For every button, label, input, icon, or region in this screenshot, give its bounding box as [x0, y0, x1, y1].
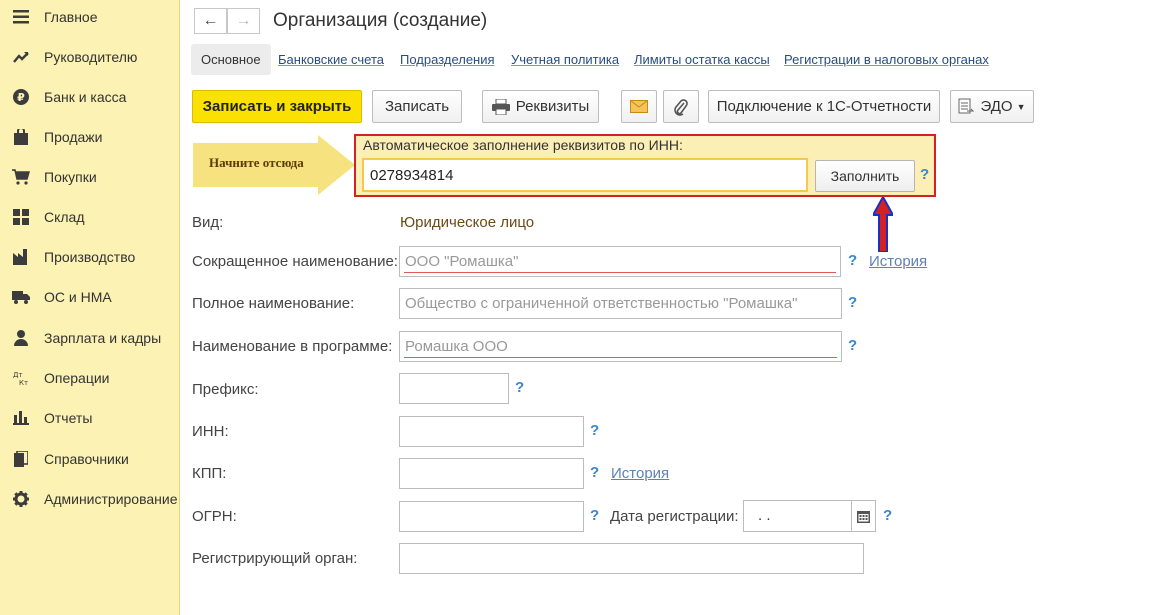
short-name-label: Сокращенное наименование: [192, 253, 398, 270]
program-name-label: Наименование в программе: [192, 338, 393, 355]
truck-icon [12, 288, 30, 306]
sidebar-item-bank[interactable]: ₽ Банк и касса [0, 77, 180, 117]
ogrn-label: ОГРН: [192, 508, 237, 525]
bag-icon [12, 128, 30, 146]
tab-cash-limits[interactable]: Лимиты остатка кассы [634, 52, 770, 67]
sidebar-item-reports[interactable]: Отчеты [0, 398, 180, 438]
help-icon[interactable]: ? [848, 337, 857, 354]
main-area: ← → Организация (создание) Основное Банк… [181, 0, 1176, 615]
sidebar-item-main[interactable]: Главное [0, 0, 180, 37]
connect-reporting-button[interactable]: Подключение к 1С-Отчетности [708, 90, 940, 123]
sidebar-item-warehouse[interactable]: Склад [0, 197, 180, 237]
vid-value[interactable]: Юридическое лицо [400, 214, 534, 231]
inn-autofill-caption: Автоматическое заполнение реквизитов по … [363, 137, 683, 153]
save-close-button[interactable]: Записать и закрыть [192, 90, 362, 123]
sidebar-item-production[interactable]: Производство [0, 237, 180, 277]
chevron-down-icon: ▼ [1016, 101, 1026, 112]
program-name-input[interactable]: Ромашка ООО [399, 331, 842, 362]
back-button[interactable]: ← [194, 8, 227, 34]
sidebar: Главное Руководителю ₽ Банк и касса Прод… [0, 0, 180, 615]
envelope-icon [630, 100, 648, 113]
reg-organ-label: Регистрирующий орган: [192, 550, 358, 567]
start-here-hint: Начните отсюда [193, 135, 355, 195]
arrow-right-icon: → [235, 12, 252, 29]
short-name-history-link[interactable]: История [869, 253, 927, 270]
inn-autofill-input[interactable]: 0278934814 [362, 158, 808, 192]
sidebar-item-administration[interactable]: Администрирование [0, 479, 180, 519]
help-icon[interactable]: ? [848, 252, 857, 269]
fill-button[interactable]: Заполнить [815, 160, 915, 192]
tab-main[interactable]: Основное [191, 44, 271, 75]
gear-icon [12, 490, 30, 508]
annotation-arrow-icon [873, 197, 893, 252]
full-name-label: Полное наименование: [192, 295, 355, 312]
factory-icon [12, 248, 30, 266]
kpp-history-link[interactable]: История [611, 465, 669, 482]
tab-accounting-policy[interactable]: Учетная политика [511, 52, 619, 67]
sidebar-item-directories[interactable]: Справочники [0, 439, 180, 479]
kpp-label: КПП: [192, 465, 227, 482]
email-button[interactable] [621, 90, 657, 123]
help-icon[interactable]: ? [590, 507, 599, 524]
inn-label: ИНН: [192, 423, 229, 440]
help-icon[interactable]: ? [590, 464, 599, 481]
sidebar-item-manager[interactable]: Руководителю [0, 37, 180, 77]
vid-label: Вид: [192, 214, 224, 231]
menu-icon [12, 8, 30, 26]
help-icon[interactable]: ? [590, 422, 599, 439]
help-icon[interactable]: ? [515, 379, 524, 396]
prefix-label: Префикс: [192, 381, 259, 398]
prefix-input[interactable] [399, 373, 509, 404]
inn-autofill-panel: Автоматическое заполнение реквизитов по … [354, 134, 936, 197]
sidebar-item-salary[interactable]: Зарплата и кадры [0, 318, 180, 358]
tab-bank-accounts[interactable]: Банковские счета [278, 52, 384, 67]
printer-icon [491, 98, 510, 115]
arrow-left-icon: ← [202, 12, 219, 29]
help-icon[interactable]: ? [848, 294, 857, 311]
kpp-input[interactable] [399, 458, 584, 489]
help-icon[interactable]: ? [883, 507, 892, 524]
start-here-label: Начните отсюда [209, 155, 304, 170]
edo-icon [958, 98, 975, 116]
paperclip-icon [674, 98, 688, 116]
sidebar-item-sales[interactable]: Продажи [0, 117, 180, 157]
requisites-button[interactable]: Реквизиты [482, 90, 599, 123]
svg-text:Кт: Кт [19, 379, 28, 386]
sidebar-item-fixed-assets[interactable]: ОС и НМА [0, 277, 180, 317]
forward-button[interactable]: → [227, 8, 260, 34]
book-icon [12, 450, 30, 468]
short-name-input[interactable]: ООО "Ромашка" [399, 246, 841, 277]
svg-text:₽: ₽ [17, 91, 25, 104]
inn-input[interactable] [399, 416, 584, 447]
help-icon[interactable]: ? [920, 166, 929, 183]
trend-icon [12, 48, 30, 66]
reg-date-label: Дата регистрации: [610, 508, 739, 525]
calendar-icon[interactable] [851, 501, 875, 531]
sidebar-item-purchases[interactable]: Покупки [0, 157, 180, 197]
bar-chart-icon [12, 409, 30, 427]
reg-organ-input[interactable] [399, 543, 864, 574]
tab-tax-registrations[interactable]: Регистрации в налоговых органах [784, 52, 989, 67]
cart-icon [12, 168, 30, 186]
grid-icon [12, 208, 30, 226]
reg-date-input[interactable]: . . [743, 500, 876, 532]
attachments-button[interactable] [663, 90, 699, 123]
edo-dropdown-button[interactable]: ЭДО ▼ [950, 90, 1034, 123]
tab-departments[interactable]: Подразделения [400, 52, 495, 67]
ogrn-input[interactable] [399, 501, 584, 532]
save-button[interactable]: Записать [372, 90, 462, 123]
sidebar-item-operations[interactable]: Дт Кт Операции [0, 358, 180, 398]
ruble-icon: ₽ [12, 88, 30, 106]
full-name-input[interactable]: Общество с ограниченной ответственностью… [399, 288, 842, 319]
person-icon [12, 329, 30, 347]
page-title: Организация (создание) [273, 10, 488, 31]
svg-text:Дт: Дт [13, 371, 23, 379]
dt-kt-icon: Дт Кт [12, 369, 30, 387]
